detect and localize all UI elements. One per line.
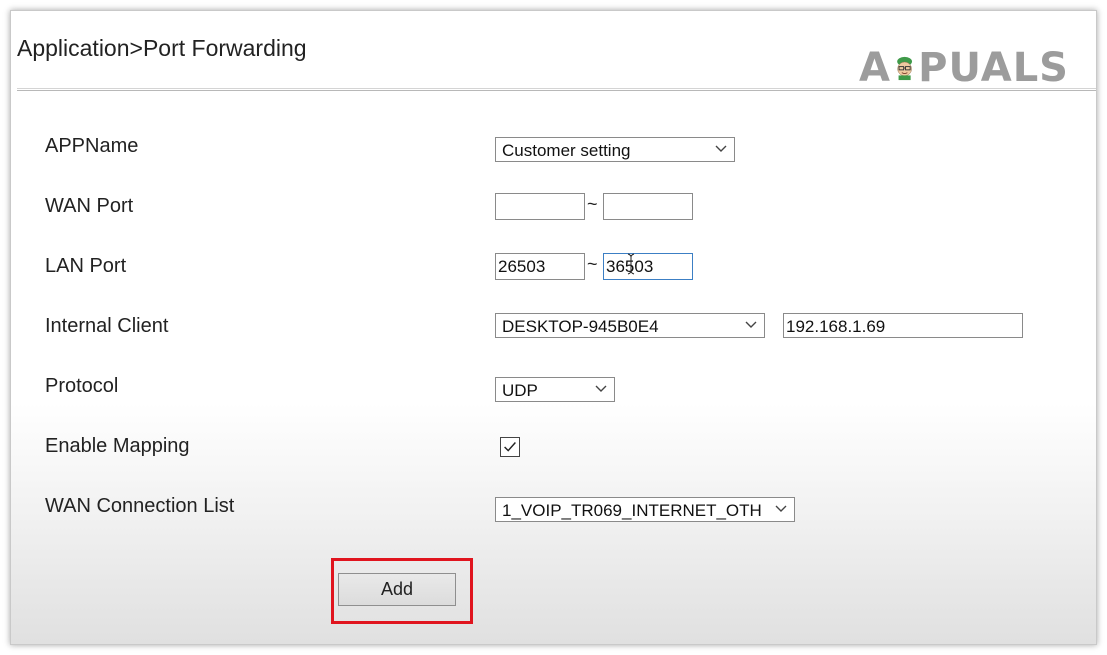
appname-select[interactable]: Customer setting <box>495 137 735 162</box>
port-forwarding-panel: Application>Port Forwarding A PUALS APPN… <box>10 10 1097 645</box>
protocol-select-value: UDP <box>502 381 538 400</box>
wan-port-start-input[interactable] <box>495 193 585 220</box>
checkmark-icon <box>504 442 516 452</box>
lan-port-start-input[interactable]: 26503 <box>495 253 585 280</box>
chevron-down-icon <box>774 501 788 515</box>
text-cursor-icon <box>627 253 635 275</box>
wan-port-separator: ~ <box>587 194 598 214</box>
wan-port-label: WAN Port <box>45 195 134 217</box>
wan-connection-list-select-value: 1_VOIP_TR069_INTERNET_OTH <box>502 501 762 520</box>
lan-port-end-input[interactable]: 36503 <box>603 253 693 280</box>
appuals-mascot-icon <box>897 56 912 81</box>
wan-port-end-input[interactable] <box>603 193 693 220</box>
wan-connection-list-label: WAN Connection List <box>45 495 235 517</box>
chevron-down-icon <box>745 321 757 328</box>
protocol-select[interactable]: UDP <box>495 377 615 402</box>
lan-port-label: LAN Port <box>45 255 127 277</box>
wan-connection-list-select[interactable]: 1_VOIP_TR069_INTERNET_OTH <box>495 497 795 522</box>
logo-letters-puals: PUALS <box>918 45 1069 91</box>
protocol-label: Protocol <box>45 375 119 397</box>
enable-mapping-checkbox[interactable] <box>500 437 520 457</box>
internal-client-select[interactable]: DESKTOP-945B0E4 <box>495 313 765 338</box>
chevron-down-icon <box>595 385 607 392</box>
add-button[interactable]: Add <box>338 573 456 606</box>
internal-client-select-value: DESKTOP-945B0E4 <box>502 317 659 336</box>
logo-letter-a: A <box>859 45 891 91</box>
enable-mapping-label: Enable Mapping <box>45 435 190 457</box>
internal-client-label: Internal Client <box>45 315 169 337</box>
internal-client-ip-input[interactable]: 192.168.1.69 <box>783 313 1023 338</box>
appname-select-value: Customer setting <box>502 141 631 160</box>
appuals-logo: A PUALS <box>859 38 1069 98</box>
chevron-down-icon <box>715 145 727 152</box>
lan-port-separator: ~ <box>587 254 598 274</box>
page-title: Application>Port Forwarding <box>17 35 307 61</box>
appname-label: APPName <box>45 135 139 157</box>
